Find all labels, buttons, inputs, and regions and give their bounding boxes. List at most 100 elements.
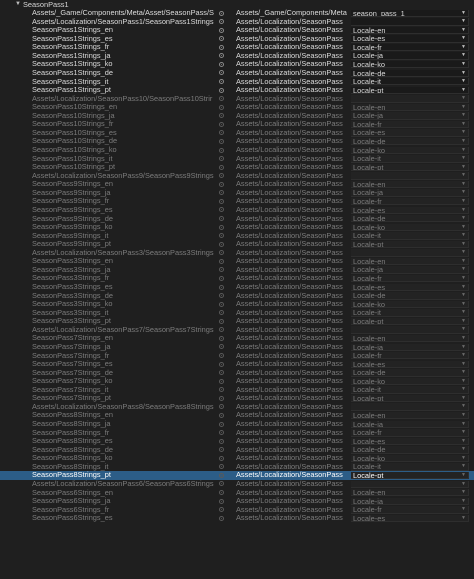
- asset-path-field[interactable]: Assets/Localization/SeasonPass: [236, 129, 350, 138]
- list-item[interactable]: SeasonPass1Strings_ja Assets/Localization…: [0, 52, 474, 61]
- list-item[interactable]: SeasonPass9Strings_es Assets/Localization…: [0, 206, 474, 215]
- list-item[interactable]: Assets/Localization/SeasonPass7/SeasonPa…: [0, 326, 474, 335]
- object-picker-icon[interactable]: [219, 498, 224, 504]
- list-item[interactable]: SeasonPass3Strings_de Assets/Localization…: [0, 292, 474, 301]
- list-item[interactable]: SeasonPass10Strings_en Assets/Localizatio…: [0, 103, 474, 112]
- asset-path-field[interactable]: Assets/Localization/SeasonPass: [236, 232, 350, 241]
- asset-path-field[interactable]: Assets/Localization/SeasonPass: [236, 386, 350, 395]
- list-item[interactable]: SeasonPass1Strings_pt Assets/Localization…: [0, 86, 474, 95]
- object-picker-icon[interactable]: [219, 447, 224, 453]
- list-item[interactable]: SeasonPass7Strings_pt Assets/Localization…: [0, 394, 474, 403]
- locale-dropdown[interactable]: ▼: [351, 326, 469, 334]
- object-picker-icon[interactable]: [219, 250, 224, 256]
- asset-path-field[interactable]: Assets/Localization/SeasonPass: [236, 437, 350, 446]
- asset-path-field[interactable]: Assets/Localization/SeasonPass: [236, 197, 350, 206]
- asset-path-field[interactable]: Assets/_Game/Components/Meta: [236, 9, 350, 18]
- list-item[interactable]: SeasonPass9Strings_pt Assets/Localization…: [0, 240, 474, 249]
- locale-dropdown[interactable]: Locale-fr ▼: [351, 352, 469, 360]
- object-picker-icon[interactable]: [219, 515, 224, 521]
- asset-path-field[interactable]: Assets/Localization/SeasonPass: [236, 103, 350, 112]
- asset-path-field[interactable]: Assets/Localization/SeasonPass: [236, 489, 350, 498]
- locale-dropdown[interactable]: Locale-ko ▼: [351, 454, 469, 463]
- locale-dropdown[interactable]: Locale-en ▼: [351, 26, 469, 35]
- list-item[interactable]: SeasonPass8Strings_de Assets/Localization…: [0, 446, 474, 455]
- object-picker-icon[interactable]: [219, 70, 224, 76]
- object-picker-icon[interactable]: [219, 293, 224, 299]
- asset-path-field[interactable]: Assets/Localization/SeasonPass: [236, 52, 350, 61]
- list-item[interactable]: Assets/Localization/SeasonPass8/SeasonPa…: [0, 403, 474, 412]
- list-item[interactable]: SeasonPass1Strings_ko Assets/Localization…: [0, 60, 474, 69]
- list-item[interactable]: SeasonPass10Strings_ko Assets/Localizatio…: [0, 146, 474, 155]
- asset-path-field[interactable]: Assets/Localization/SeasonPass: [236, 429, 350, 438]
- locale-dropdown[interactable]: Locale-fr ▼: [351, 429, 469, 437]
- asset-path-field[interactable]: Assets/Localization/SeasonPass: [236, 215, 350, 224]
- locale-dropdown[interactable]: ▼: [351, 480, 469, 488]
- locale-dropdown[interactable]: Locale-de ▼: [351, 446, 469, 454]
- locale-dropdown[interactable]: Locale-es ▼: [351, 283, 469, 291]
- object-picker-icon[interactable]: [219, 181, 224, 187]
- asset-path-field[interactable]: Assets/Localization/SeasonPass: [236, 317, 350, 326]
- asset-path-field[interactable]: Assets/Localization/SeasonPass: [236, 454, 350, 463]
- locale-dropdown[interactable]: Locale-fr ▼: [351, 275, 469, 283]
- list-item[interactable]: Assets/_Game/Components/Meta/Asset/Seaso…: [0, 9, 474, 18]
- asset-path-field[interactable]: Assets/Localization/SeasonPass: [236, 274, 350, 283]
- locale-dropdown[interactable]: Locale-it ▼: [351, 309, 469, 317]
- object-picker-icon[interactable]: [219, 387, 224, 393]
- list-item[interactable]: SeasonPass7Strings_ja Assets/Localization…: [0, 343, 474, 352]
- object-picker-icon[interactable]: [219, 130, 224, 136]
- locale-dropdown[interactable]: Locale-ko ▼: [351, 300, 469, 309]
- locale-dropdown[interactable]: Locale-fr ▼: [351, 120, 469, 129]
- object-picker-icon[interactable]: [219, 173, 224, 179]
- list-item[interactable]: SeasonPass6Strings_fr Assets/Localization…: [0, 506, 474, 515]
- list-item[interactable]: SeasonPass8Strings_en Assets/Localization…: [0, 411, 474, 420]
- asset-path-field[interactable]: Assets/Localization/SeasonPass: [236, 497, 350, 506]
- list-item[interactable]: SeasonPass8Strings_ja Assets/Localization…: [0, 420, 474, 429]
- list-item[interactable]: SeasonPass7Strings_it Assets/Localization…: [0, 386, 474, 395]
- object-picker-icon[interactable]: [219, 275, 224, 281]
- list-item[interactable]: SeasonPass3Strings_ja Assets/Localization…: [0, 266, 474, 275]
- locale-dropdown[interactable]: Locale-de ▼: [351, 292, 469, 300]
- locale-dropdown[interactable]: Locale-es ▼: [351, 437, 469, 446]
- object-picker-icon[interactable]: [219, 96, 224, 102]
- locale-dropdown[interactable]: Locale-es ▼: [351, 360, 469, 369]
- locale-dropdown[interactable]: Locale-ko ▼: [351, 377, 469, 386]
- locale-dropdown[interactable]: ▼: [351, 95, 469, 103]
- object-picker-icon[interactable]: [219, 335, 224, 341]
- object-picker-icon[interactable]: [219, 216, 224, 221]
- list-item[interactable]: SeasonPass9Strings_de Assets/Localization…: [0, 215, 474, 224]
- asset-path-field[interactable]: Assets/Localization/SeasonPass: [236, 240, 350, 249]
- group-header[interactable]: ▼ SeasonPass1: [0, 0, 474, 9]
- list-item[interactable]: SeasonPass6Strings_ja Assets/Localization…: [0, 497, 474, 506]
- list-item[interactable]: SeasonPass9Strings_it Assets/Localization…: [0, 232, 474, 241]
- object-picker-icon[interactable]: [219, 44, 224, 50]
- list-item[interactable]: Assets/Localization/SeasonPass1/SeasonPa…: [0, 18, 474, 27]
- object-picker-icon[interactable]: [219, 258, 224, 264]
- locale-dropdown[interactable]: Locale-it ▼: [351, 386, 469, 394]
- object-picker-icon[interactable]: [219, 87, 224, 93]
- asset-path-field[interactable]: Assets/Localization/SeasonPass: [236, 292, 350, 301]
- object-picker-icon[interactable]: [219, 113, 224, 119]
- object-picker-icon[interactable]: [219, 412, 224, 418]
- locale-dropdown[interactable]: Locale-es ▼: [351, 35, 469, 43]
- locale-dropdown[interactable]: Locale-fr ▼: [351, 197, 469, 206]
- object-picker-icon[interactable]: [219, 421, 224, 427]
- list-item[interactable]: SeasonPass8Strings_it Assets/Localization…: [0, 463, 474, 472]
- locale-dropdown[interactable]: Locale-pt ▼: [351, 471, 469, 480]
- list-item[interactable]: SeasonPass10Strings_pt Assets/Localizatio…: [0, 163, 474, 172]
- asset-path-field[interactable]: Assets/Localization/SeasonPass: [236, 283, 350, 292]
- locale-dropdown[interactable]: Locale-it ▼: [351, 232, 469, 240]
- asset-path-field[interactable]: Assets/Localization/SeasonPass: [236, 266, 350, 275]
- list-item[interactable]: Assets/Localization/SeasonPass9/SeasonPa…: [0, 172, 474, 181]
- asset-path-field[interactable]: Assets/Localization/SeasonPass: [236, 172, 350, 181]
- asset-path-field[interactable]: Assets/Localization/SeasonPass: [236, 223, 350, 232]
- locale-dropdown[interactable]: Locale-de ▼: [351, 138, 469, 146]
- object-picker-icon[interactable]: [219, 19, 224, 25]
- object-picker-icon[interactable]: [219, 164, 224, 170]
- locale-dropdown[interactable]: Locale-es ▼: [351, 206, 469, 214]
- list-item[interactable]: SeasonPass7Strings_de Assets/Localization…: [0, 369, 474, 378]
- asset-path-field[interactable]: Assets/Localization/SeasonPass: [236, 309, 350, 318]
- object-picker-icon[interactable]: [219, 481, 224, 487]
- asset-path-field[interactable]: Assets/Localization/SeasonPass: [236, 411, 350, 420]
- object-picker-icon[interactable]: [219, 36, 224, 42]
- list-item[interactable]: SeasonPass1Strings_it Assets/Localization…: [0, 78, 474, 87]
